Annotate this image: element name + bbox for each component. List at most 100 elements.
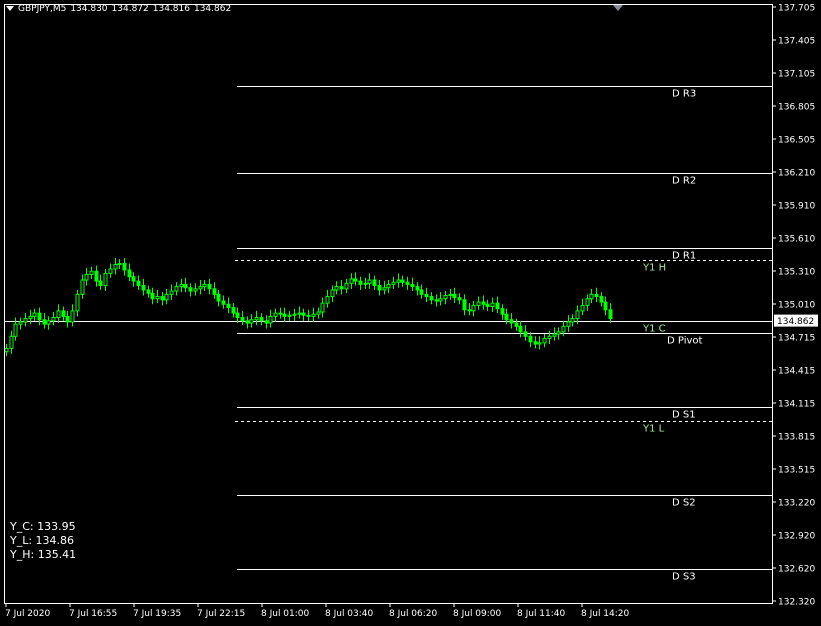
candle-body xyxy=(127,269,132,278)
y-tick-label: 135.010 xyxy=(778,301,815,311)
candle-body xyxy=(51,317,56,322)
candle-body xyxy=(320,302,325,313)
candle-body xyxy=(113,264,118,270)
current-price-label: 134.862 xyxy=(777,317,814,327)
candle-body xyxy=(282,313,287,317)
candle-body xyxy=(136,280,141,287)
y-tick-label: 132.920 xyxy=(778,532,815,542)
candle-body xyxy=(94,270,99,282)
candle-body xyxy=(207,283,212,290)
candle-body xyxy=(594,293,599,298)
info-y-h: Y_H: 135.41 xyxy=(10,548,77,561)
candle-body xyxy=(103,272,108,287)
candle-body xyxy=(28,315,33,320)
chart-shift-marker-icon[interactable] xyxy=(613,5,623,11)
open-price: 134.830 xyxy=(70,4,108,14)
candle-body xyxy=(122,262,127,271)
candle-body xyxy=(212,288,217,295)
candle-body xyxy=(46,320,51,325)
dropdown-arrow-icon[interactable] xyxy=(6,6,14,11)
candle-body xyxy=(254,317,259,321)
level-label-4: Y1 C xyxy=(642,324,666,335)
x-tick-label: 8 Jul 11:40 xyxy=(517,609,566,619)
candle-body xyxy=(367,279,372,284)
candle-body xyxy=(259,317,264,322)
candle-body xyxy=(4,347,9,353)
candle-body xyxy=(188,287,193,292)
candle-body xyxy=(405,281,410,285)
candle-body xyxy=(32,312,37,317)
candle-body xyxy=(278,312,283,315)
info-y-l: Y_L: 134.86 xyxy=(10,534,75,547)
candle-body xyxy=(131,276,136,282)
candle-body xyxy=(547,335,552,339)
level-label-2: D R1 xyxy=(672,251,696,262)
candle-body xyxy=(443,294,448,300)
candle-body xyxy=(231,307,236,314)
y-tick-label: 137.405 xyxy=(778,37,815,47)
candle-body xyxy=(325,296,330,304)
close-price: 134.862 xyxy=(193,4,232,14)
candle-body xyxy=(452,293,457,299)
x-tick-label: 7 Jul 2020 xyxy=(5,609,50,619)
candle-body xyxy=(75,293,80,312)
candle-body xyxy=(419,289,424,295)
candle-body xyxy=(349,278,354,284)
y-tick-label: 132.620 xyxy=(778,565,815,575)
candle-body xyxy=(599,296,604,303)
candle-body xyxy=(400,279,405,283)
candle-body xyxy=(504,313,509,321)
candle-body xyxy=(311,313,316,317)
yearly-levels-info: Y_C: 133.95 Y_L: 134.86 Y_H: 135.41 xyxy=(10,520,76,562)
candles xyxy=(4,257,613,357)
candle-body xyxy=(391,281,396,285)
candle-body xyxy=(70,310,75,323)
candle-body xyxy=(434,299,439,302)
candle-body xyxy=(235,312,240,319)
candle-body xyxy=(358,280,363,285)
candle-body xyxy=(264,320,269,324)
level-label-1: D R2 xyxy=(672,176,696,187)
candle-body xyxy=(23,318,28,323)
candle-body xyxy=(108,268,113,274)
candle-body xyxy=(585,298,590,306)
candle-body xyxy=(377,285,382,291)
candle-body xyxy=(179,283,184,288)
y-tick-label: 136.805 xyxy=(778,103,815,113)
candle-body xyxy=(198,286,203,290)
candle-body xyxy=(297,312,302,315)
candle-body xyxy=(287,314,292,317)
candle-body xyxy=(245,320,250,324)
symbol-header: GBPJPY,M5 134.830 134.872 134.816 134.862 xyxy=(6,4,235,14)
candle-body xyxy=(363,282,368,285)
candle-body xyxy=(183,283,188,289)
candle-body xyxy=(37,312,42,321)
candle-body xyxy=(155,296,160,300)
price-chart[interactable]: D R3 D R2 D R1 Y1 H Y1 CD Pivot D S1 Y1 L D S2 D… xyxy=(0,0,821,626)
y-tick-label: 132.320 xyxy=(778,598,815,608)
candle-body xyxy=(13,323,18,337)
candle-body xyxy=(589,293,594,300)
candle-body xyxy=(202,283,207,288)
candle-body xyxy=(490,302,495,307)
candle-body xyxy=(514,322,519,327)
candle-body xyxy=(169,290,174,295)
candle-body xyxy=(146,289,151,294)
y-tick-label: 134.715 xyxy=(778,334,815,344)
candle-body xyxy=(216,293,221,302)
candle-body xyxy=(575,310,580,320)
y-tick-label: 133.515 xyxy=(778,466,815,476)
candle-body xyxy=(495,302,500,310)
y-tick-label: 136.210 xyxy=(778,169,815,179)
candle-body xyxy=(603,301,608,311)
candle-body xyxy=(457,297,462,301)
x-tick-label: 8 Jul 14:20 xyxy=(581,609,630,619)
candle-body xyxy=(84,273,89,281)
candle-body xyxy=(523,331,528,337)
candle-body xyxy=(561,325,566,333)
candle-body xyxy=(9,335,14,349)
y-tick-label: 135.310 xyxy=(778,268,815,278)
candle-body xyxy=(372,279,377,287)
info-y-c: Y_C: 133.95 xyxy=(10,520,76,533)
candle-body xyxy=(306,314,311,317)
